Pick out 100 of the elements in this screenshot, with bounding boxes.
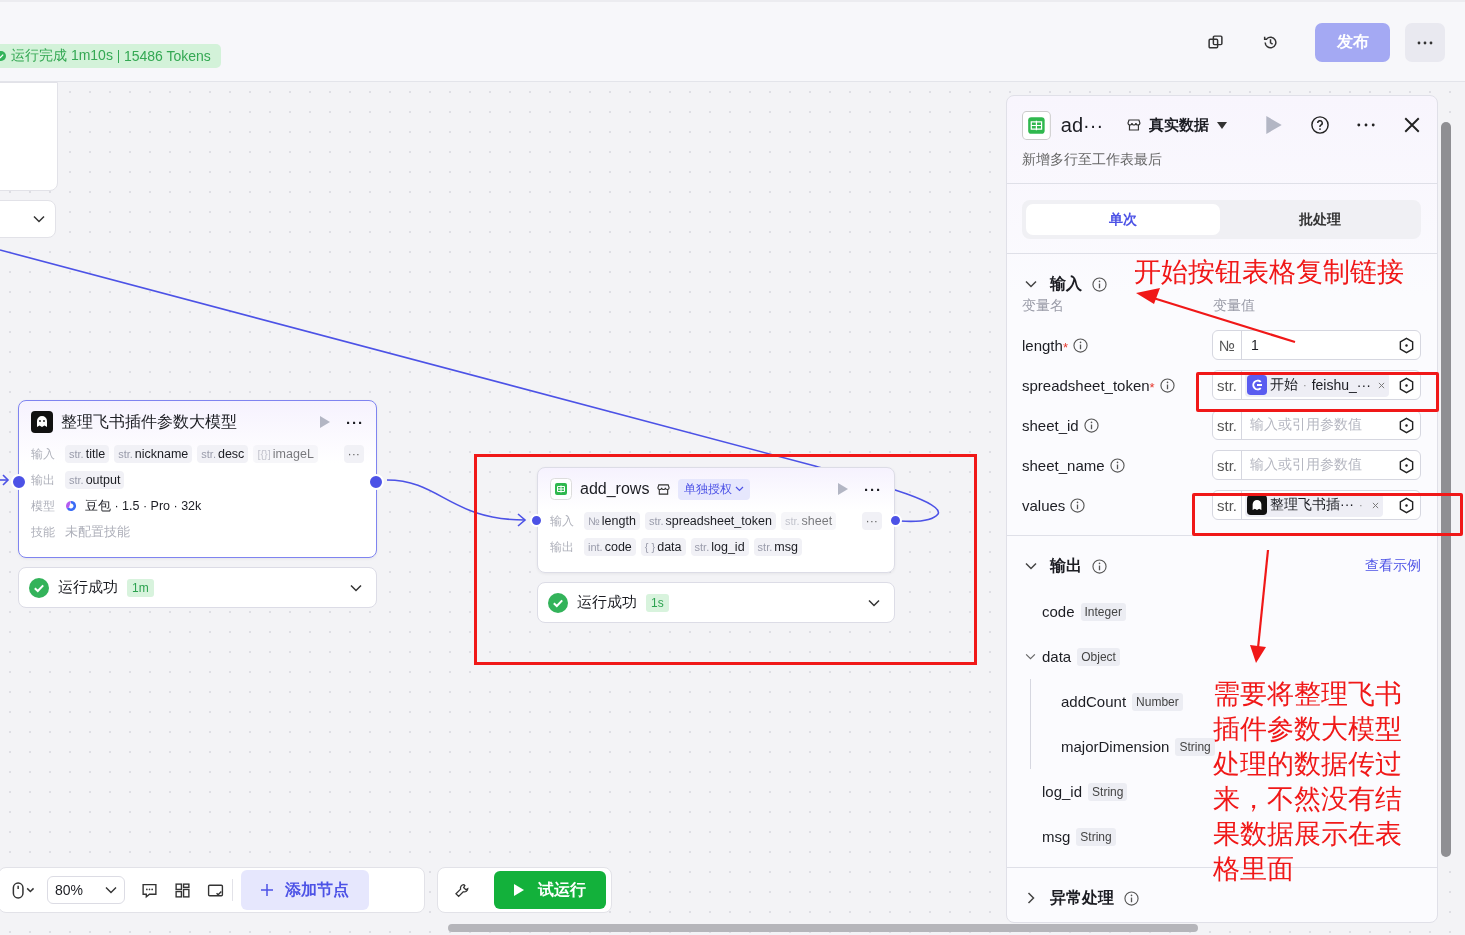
row-label: 输入: [31, 445, 56, 463]
zoom-select[interactable]: 80%: [47, 876, 125, 904]
info-icon: [1092, 558, 1107, 574]
info-value: 豆包 · 1.5 · Pro · 32k: [85, 497, 202, 515]
row-label: 输出: [31, 471, 56, 489]
chevron-icon[interactable]: [1025, 562, 1037, 570]
chevron-icon[interactable]: [1025, 280, 1037, 288]
panel-description: 新增多行至工作表最后: [1022, 151, 1163, 169]
variable-picker-icon[interactable]: [1398, 456, 1415, 474]
tab[interactable]: 单次: [1026, 204, 1220, 235]
data-mode-select[interactable]: 真实数据: [1149, 115, 1227, 135]
variable-picker-icon[interactable]: [1398, 376, 1415, 394]
minimap-icon[interactable]: [207, 881, 224, 899]
value-field[interactable]: str. 整理飞书插··· ·: [1212, 490, 1421, 520]
section-title: 异常处理: [1050, 887, 1114, 908]
more-menu[interactable]: ···: [864, 480, 882, 498]
variable-picker-icon[interactable]: [1398, 496, 1415, 514]
add-node-button[interactable]: 添加节点: [241, 870, 369, 910]
row-label: 输入: [550, 512, 575, 530]
ghost-icon: [31, 411, 53, 433]
type-tag: Object: [1077, 647, 1120, 666]
param-chip: int. code: [584, 538, 636, 556]
duration-badge: 1m: [127, 578, 154, 597]
layout-icon[interactable]: [174, 881, 191, 899]
type-tag: Number: [1132, 692, 1183, 711]
run-status-bar[interactable]: 运行成功 1s: [537, 582, 895, 623]
param-chip: № length: [584, 512, 640, 530]
overflow-chip[interactable]: ···: [861, 512, 882, 530]
workflow-node[interactable]: 整理飞书插件参数大模型 ··· 输入 str. title str. nickname str. desc [{}] imageL ··· 输出 str. output 模型 豆包 · 1.5 · Pro · 32k 技能 未配置技能: [18, 400, 377, 558]
duration-badge: 1s: [646, 593, 669, 612]
row-label: 技能: [31, 523, 56, 541]
param-chip: str. nickname: [114, 445, 193, 463]
value-field[interactable]: str. 输入或引用参数值: [1212, 410, 1421, 440]
value-field[interactable]: № 1: [1212, 330, 1421, 360]
type-tag: String: [1175, 737, 1215, 756]
value-field[interactable]: str. 输入或引用参数值: [1212, 450, 1421, 480]
param-name: sheet_name: [1022, 456, 1105, 474]
auth-tag[interactable]: 单独授权: [678, 478, 751, 500]
history-icon[interactable]: [1262, 34, 1279, 51]
wrench-icon[interactable]: [454, 881, 470, 899]
run-status-text: 运行完成 1m10s: [11, 47, 113, 65]
comment-icon[interactable]: [141, 881, 158, 899]
annotation-text: 开始按钮表格复制链接: [1134, 256, 1404, 289]
variable-reference-tag[interactable]: 开始 · feishu_···: [1245, 373, 1389, 397]
info-value: 未配置技能: [65, 523, 130, 541]
status-text: 运行成功: [577, 593, 637, 612]
mouse-icon[interactable]: [11, 881, 37, 899]
field-name: data: [1042, 648, 1072, 665]
overflow-chip[interactable]: ···: [343, 445, 364, 463]
check-circle-icon: [548, 592, 568, 613]
chevron-down-icon: [105, 886, 117, 894]
play-icon: [513, 884, 524, 896]
output-port[interactable]: [368, 474, 384, 490]
param-name: sheet_id: [1022, 416, 1079, 434]
param-chip: { } data: [640, 538, 686, 556]
chevron-icon[interactable]: [1025, 653, 1036, 660]
variable-picker-icon[interactable]: [1398, 336, 1415, 354]
plus-icon: [261, 884, 273, 896]
field-name: addCount: [1061, 693, 1127, 710]
field-name: msg: [1042, 828, 1071, 845]
close-icon[interactable]: [1403, 116, 1421, 134]
row-label: 模型: [31, 497, 56, 515]
node-title: add_rows: [580, 480, 650, 498]
help-icon[interactable]: [1311, 116, 1329, 134]
view-example-link[interactable]: 查看示例: [1365, 557, 1421, 575]
model-logo-icon: [65, 500, 77, 512]
input-port[interactable]: [11, 474, 27, 490]
copy-icon[interactable]: [1207, 34, 1224, 51]
chevron-down-icon[interactable]: [350, 583, 362, 592]
param-chip: str. output: [65, 471, 125, 489]
start-node-icon: [1247, 375, 1267, 395]
info-icon: [1070, 497, 1086, 513]
type-tag: String: [1088, 782, 1128, 801]
store-icon: [1127, 118, 1141, 132]
node-card[interactable]: [0, 82, 58, 191]
chevron-icon[interactable]: [1027, 892, 1035, 904]
chevron-down-icon: [33, 215, 45, 223]
caret-down-icon: [1217, 121, 1227, 129]
info-icon: [1092, 276, 1107, 292]
clear-icon[interactable]: [1377, 381, 1385, 389]
field-name: majorDimension: [1061, 738, 1170, 755]
annotation-text: 需要将整理飞书插件参数大模型处理的数据传过来，不然没有结果数据展示在表格里面: [1213, 678, 1403, 886]
token-count: 15486 Tokens: [123, 48, 211, 64]
type-tag: Integer: [1080, 602, 1126, 621]
required-mark: *: [1062, 339, 1068, 355]
variable-picker-icon[interactable]: [1398, 416, 1415, 434]
info-icon: [1072, 337, 1088, 353]
chevron-down-icon: [735, 486, 745, 492]
info-icon: [1124, 890, 1139, 906]
run-status-bar[interactable]: 运行成功 1m: [18, 567, 377, 608]
tab[interactable]: 批处理: [1223, 204, 1417, 235]
chevron-down-icon[interactable]: [868, 598, 880, 607]
param-name: spreadsheet_token: [1022, 376, 1150, 394]
info-icon: [1083, 417, 1099, 433]
node-dropdown[interactable]: [0, 200, 56, 238]
clear-icon[interactable]: [1371, 501, 1379, 509]
ghost-icon: [1247, 495, 1267, 515]
horizontal-scrollbar[interactable]: [448, 924, 1198, 932]
param-chip: str. log_id: [690, 538, 749, 556]
more-menu[interactable]: ···: [346, 413, 364, 431]
